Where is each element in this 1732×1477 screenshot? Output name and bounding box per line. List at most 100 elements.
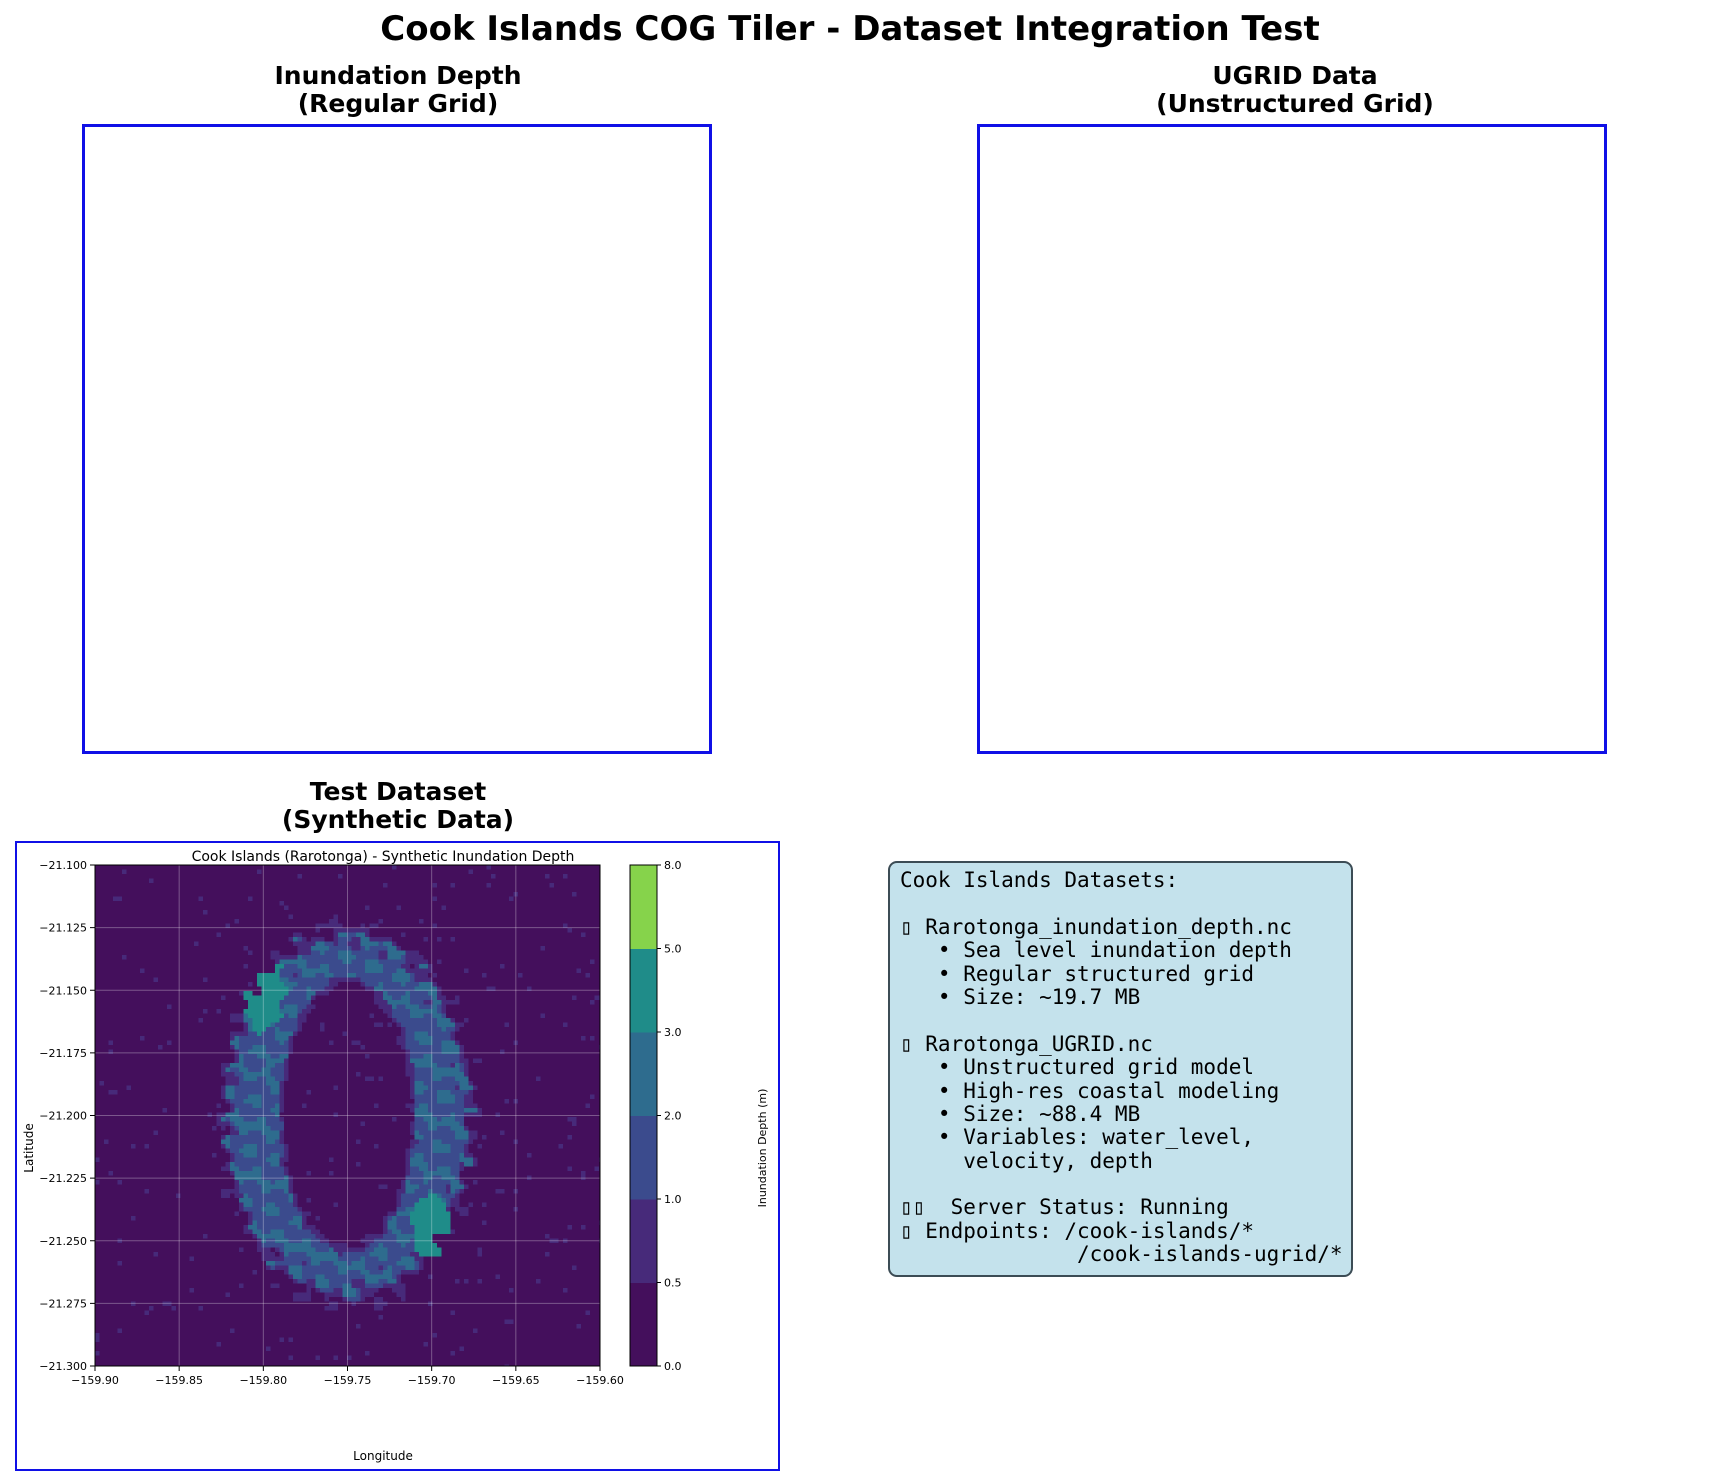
depth-cell xyxy=(194,914,199,920)
depth-cell xyxy=(477,878,483,884)
depth-cell xyxy=(338,887,343,893)
depth-cell xyxy=(563,874,568,879)
depth-cell xyxy=(194,941,199,947)
depth-cell xyxy=(320,1054,325,1059)
depth-cell xyxy=(590,982,595,987)
depth-cell xyxy=(405,950,411,956)
depth-cell xyxy=(306,869,312,875)
depth-cell xyxy=(149,905,154,911)
depth-cell xyxy=(126,874,132,879)
depth-cell xyxy=(563,1004,568,1010)
depth-cell xyxy=(437,968,442,974)
depth-cell xyxy=(288,964,294,969)
depth-cell xyxy=(117,1054,123,1059)
depth-cell xyxy=(549,941,555,947)
depth-cell xyxy=(248,1018,253,1023)
depth-cell xyxy=(455,910,460,915)
depth-cell xyxy=(234,865,240,870)
depth-cell xyxy=(518,950,523,956)
depth-cell xyxy=(216,941,222,947)
depth-cell xyxy=(360,946,366,951)
depth-cell xyxy=(356,914,361,920)
depth-cell xyxy=(171,950,177,956)
depth-cell xyxy=(495,1022,501,1028)
depth-cell xyxy=(554,878,559,884)
depth-cell xyxy=(252,1036,258,1041)
depth-cell xyxy=(473,1058,478,1064)
depth-cell xyxy=(396,1027,402,1032)
depth-cell xyxy=(405,887,411,893)
depth-cell xyxy=(540,919,546,924)
depth-cell xyxy=(558,878,564,884)
depth-cell xyxy=(162,991,168,996)
depth-cell xyxy=(99,865,105,870)
depth-cell xyxy=(387,874,393,879)
depth-cell xyxy=(594,865,600,870)
depth-cell xyxy=(351,901,357,906)
depth-cell xyxy=(288,865,294,870)
depth-cell xyxy=(482,878,487,884)
depth-cell xyxy=(131,946,136,951)
depth-cell xyxy=(302,883,307,888)
depth-cell xyxy=(257,1000,262,1005)
depth-cell xyxy=(140,1004,145,1010)
depth-cell xyxy=(122,964,127,969)
depth-cell xyxy=(234,914,240,920)
depth-cell xyxy=(441,905,447,911)
depth-cell xyxy=(509,919,514,924)
depth-cell xyxy=(221,1009,226,1014)
depth-cell xyxy=(284,1040,289,1046)
depth-cell xyxy=(293,1054,298,1059)
depth-cell xyxy=(189,887,195,893)
depth-cell xyxy=(288,1013,294,1019)
depth-cell xyxy=(500,928,505,933)
depth-cell xyxy=(288,995,294,1001)
depth-cell xyxy=(248,896,253,902)
depth-cell xyxy=(581,869,586,875)
depth-cell xyxy=(311,1018,316,1023)
depth-cell xyxy=(104,977,109,983)
depth-cell xyxy=(437,901,442,906)
depth-cell xyxy=(108,955,114,960)
depth-cell xyxy=(401,1000,406,1005)
depth-cell xyxy=(576,991,582,996)
depth-cell xyxy=(549,1054,555,1059)
depth-cell xyxy=(216,887,222,893)
depth-cell xyxy=(504,995,510,1001)
depth-cell xyxy=(473,1004,478,1010)
depth-cell xyxy=(365,869,370,875)
depth-cell xyxy=(320,1013,325,1019)
depth-cell xyxy=(234,1018,240,1023)
depth-cell xyxy=(99,995,105,1001)
depth-cell xyxy=(567,883,573,888)
depth-cell xyxy=(567,896,573,902)
depth-cell xyxy=(473,905,478,911)
depth-cell xyxy=(149,892,154,897)
depth-cell xyxy=(590,932,595,938)
depth-cell xyxy=(387,878,393,884)
depth-cell xyxy=(374,1054,379,1059)
depth-cell xyxy=(464,937,469,942)
depth-cell xyxy=(491,910,496,915)
depth-cell xyxy=(306,1027,312,1032)
depth-cell xyxy=(536,1004,541,1010)
depth-cell xyxy=(351,1018,357,1023)
depth-cell xyxy=(171,901,177,906)
depth-cell xyxy=(243,941,249,947)
depth-cell xyxy=(338,973,343,978)
depth-cell xyxy=(378,928,384,933)
depth-cell xyxy=(518,869,523,875)
depth-cell xyxy=(387,995,393,1001)
depth-cell xyxy=(590,1045,595,1050)
depth-cell xyxy=(509,928,514,933)
depth-cell xyxy=(410,869,415,875)
depth-cell xyxy=(225,1009,231,1014)
depth-cell xyxy=(108,874,114,879)
depth-cell xyxy=(414,1031,420,1037)
depth-cell xyxy=(374,919,379,924)
depth-cell xyxy=(491,973,496,978)
depth-cell xyxy=(405,869,411,875)
depth-cell xyxy=(288,1022,294,1028)
depth-cell xyxy=(518,865,523,870)
depth-cell xyxy=(432,959,438,965)
